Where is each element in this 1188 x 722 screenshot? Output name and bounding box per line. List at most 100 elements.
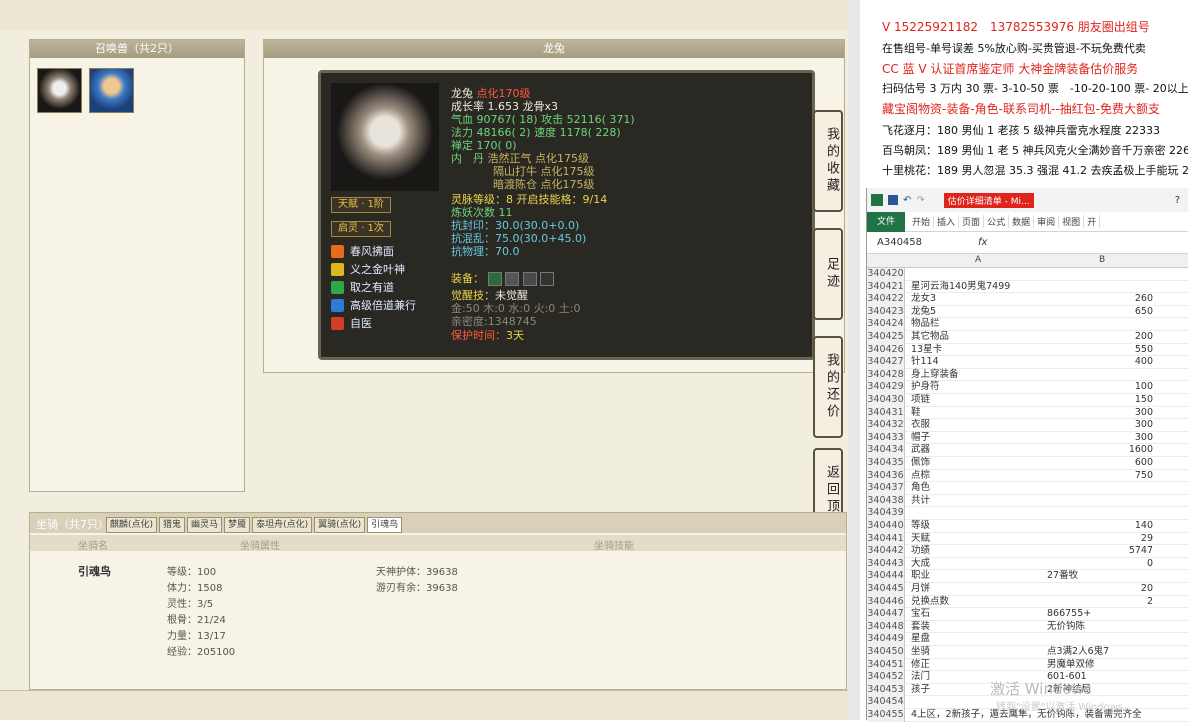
cell-b[interactable]: 2 [1047,596,1153,609]
cell-a[interactable]: 功绩 [911,545,930,558]
cell-b[interactable]: 5747 [1047,545,1153,558]
cell-a[interactable]: 武器 [911,444,930,457]
table-row[interactable]: 340426 13星卡 550 [867,343,1188,357]
table-row[interactable]: 340445 月饼 20 [867,583,1188,596]
cell-b[interactable]: 300 [1047,407,1153,420]
ribbon-tab[interactable]: 公式 [984,215,1010,228]
table-row[interactable]: 340449 星盘 [867,633,1188,646]
cell-a[interactable]: 天赋 [911,533,930,546]
redo-icon[interactable]: ↷ [916,195,924,206]
ribbon-tab[interactable]: 页面 [959,215,985,228]
cell-a[interactable]: 星盘 [911,633,930,646]
table-row[interactable]: 340435 佩饰 600 [867,457,1188,470]
table-row[interactable]: 340429 护身符 100 [867,381,1188,394]
footprint-button[interactable]: 足迹 [813,228,843,320]
cell-a[interactable]: 龙兔5 [911,306,936,319]
table-row[interactable]: 340428 身上穿装备 [867,368,1188,382]
cell-a[interactable]: 身上穿装备 [911,369,959,382]
cell-a[interactable]: 项链 [911,394,930,407]
skill-item[interactable]: 取之有道 [331,279,394,295]
table-row[interactable]: 340434 武器 1600 [867,444,1188,457]
name-box[interactable]: A340458 [877,237,922,248]
equip-slot[interactable] [540,272,554,286]
cell-a[interactable]: 物品栏 [911,318,940,331]
table-row[interactable]: 340432 衣服 300 [867,419,1188,432]
cell-a[interactable]: 针114 [911,356,939,369]
cell-a[interactable]: 等级 [911,520,930,533]
skill-item[interactable]: 春风拂面 [331,243,394,259]
table-row[interactable]: 340444 职业 27番牧 [867,570,1188,583]
cell-b[interactable]: 200 [1047,331,1153,344]
table-row[interactable]: 340443 大成 0 [867,557,1188,571]
cell-a[interactable]: 帽子 [911,432,930,445]
table-row[interactable]: 340448 套装 无价钩陈 [867,620,1188,634]
undo-icon[interactable]: ↶ [903,195,911,206]
cell-a[interactable]: 龙女3 [911,293,936,306]
cell-b[interactable]: 无价钩陈 [1047,621,1085,634]
ribbon-tab[interactable]: 审阅 [1034,215,1060,228]
cell-a[interactable]: 其它物品 [911,331,949,344]
table-row[interactable]: 340439 [867,507,1188,520]
mount-tab[interactable]: 幽灵马 [187,517,223,533]
table-row[interactable]: 340450 坐骑 点3满2人6鬼7 [867,646,1188,659]
help-icon[interactable]: ? [1175,195,1180,206]
table-row[interactable]: 340421 星河云海140男鬼7499 [867,280,1188,294]
cell-a[interactable]: 宝石 [911,608,930,621]
cell-a[interactable]: 法门 [911,671,930,684]
mount-tab[interactable]: 翼骑(点化) [314,517,366,533]
cell-a[interactable]: 鞋 [911,407,921,420]
cell-a[interactable]: 点棕 [911,470,930,483]
cell-b[interactable]: 1600 [1047,444,1153,457]
cell-b[interactable]: 866755+ [1047,608,1091,621]
cell-b[interactable]: 300 [1047,432,1153,445]
cell-a[interactable]: 兑换点数 [911,596,949,609]
table-row[interactable]: 340446 兑换点数 2 [867,595,1188,609]
cell-b[interactable]: 600 [1047,457,1153,470]
cell-a[interactable]: 13星卡 [911,344,942,357]
table-row[interactable]: 340420 [867,268,1188,281]
cell-b[interactable]: 550 [1047,344,1153,357]
table-row[interactable]: 340425 其它物品 200 [867,331,1188,344]
pet-thumb-blue[interactable] [89,68,134,113]
table-row[interactable]: 340423 龙兔5 650 [867,305,1188,319]
cell-b[interactable]: 300 [1047,419,1153,432]
table-row[interactable]: 340422 龙女3 260 [867,293,1188,306]
table-row[interactable]: 340433 帽子 300 [867,431,1188,445]
skill-item[interactable]: 高级倍道兼行 [331,297,416,313]
mount-tab[interactable]: 猎鬼 [159,517,186,533]
ribbon-tab[interactable]: 开 [1084,215,1101,228]
ribbon-tab[interactable]: 开始 [909,215,935,228]
cell-a[interactable]: 套装 [911,621,930,634]
cell-b[interactable]: 650 [1047,306,1153,319]
equip-slot[interactable] [487,272,502,286]
table-row[interactable]: 340430 项链 150 [867,394,1188,407]
cell-b[interactable]: 400 [1047,356,1153,369]
table-row[interactable]: 340451 修正 男魔单双修 [867,658,1188,672]
cell-b[interactable]: 0 [1047,558,1153,571]
table-row[interactable]: 340436 点棕 750 [867,469,1188,483]
cell-b[interactable]: 150 [1047,394,1153,407]
cell-b[interactable]: 29 [1047,533,1153,546]
cell-a[interactable]: 佩饰 [911,457,930,470]
cell-a[interactable]: 护身符 [911,381,940,394]
cell-b[interactable]: 20 [1047,583,1153,596]
cell-a[interactable]: 角色 [911,482,930,495]
cell-a[interactable]: 月饼 [911,583,930,596]
equip-slot[interactable] [505,272,519,286]
table-row[interactable]: 340424 物品栏 [867,318,1188,331]
cell-b[interactable]: 100 [1047,381,1153,394]
cell-b[interactable]: 男魔单双修 [1047,659,1095,672]
cell-b[interactable]: 点3满2人6鬼7 [1047,646,1109,659]
table-row[interactable]: 340442 功绩 5747 [867,545,1188,558]
ribbon-tab[interactable]: 视图 [1059,215,1085,228]
cell-a[interactable]: 大成 [911,558,930,571]
mount-tab[interactable]: 泰坦舟(点化) [252,517,313,533]
table-row[interactable]: 340440 等级 140 [867,520,1188,533]
favorites-button[interactable]: 我的收藏 [813,110,843,212]
table-row[interactable]: 340427 针114 400 [867,356,1188,369]
cell-b[interactable]: 260 [1047,293,1153,306]
col-header-b[interactable]: B [1099,255,1105,265]
cell-a[interactable]: 坐骑 [911,646,930,659]
cell-b[interactable]: 750 [1047,470,1153,483]
pet-thumb-longtu[interactable] [37,68,82,113]
